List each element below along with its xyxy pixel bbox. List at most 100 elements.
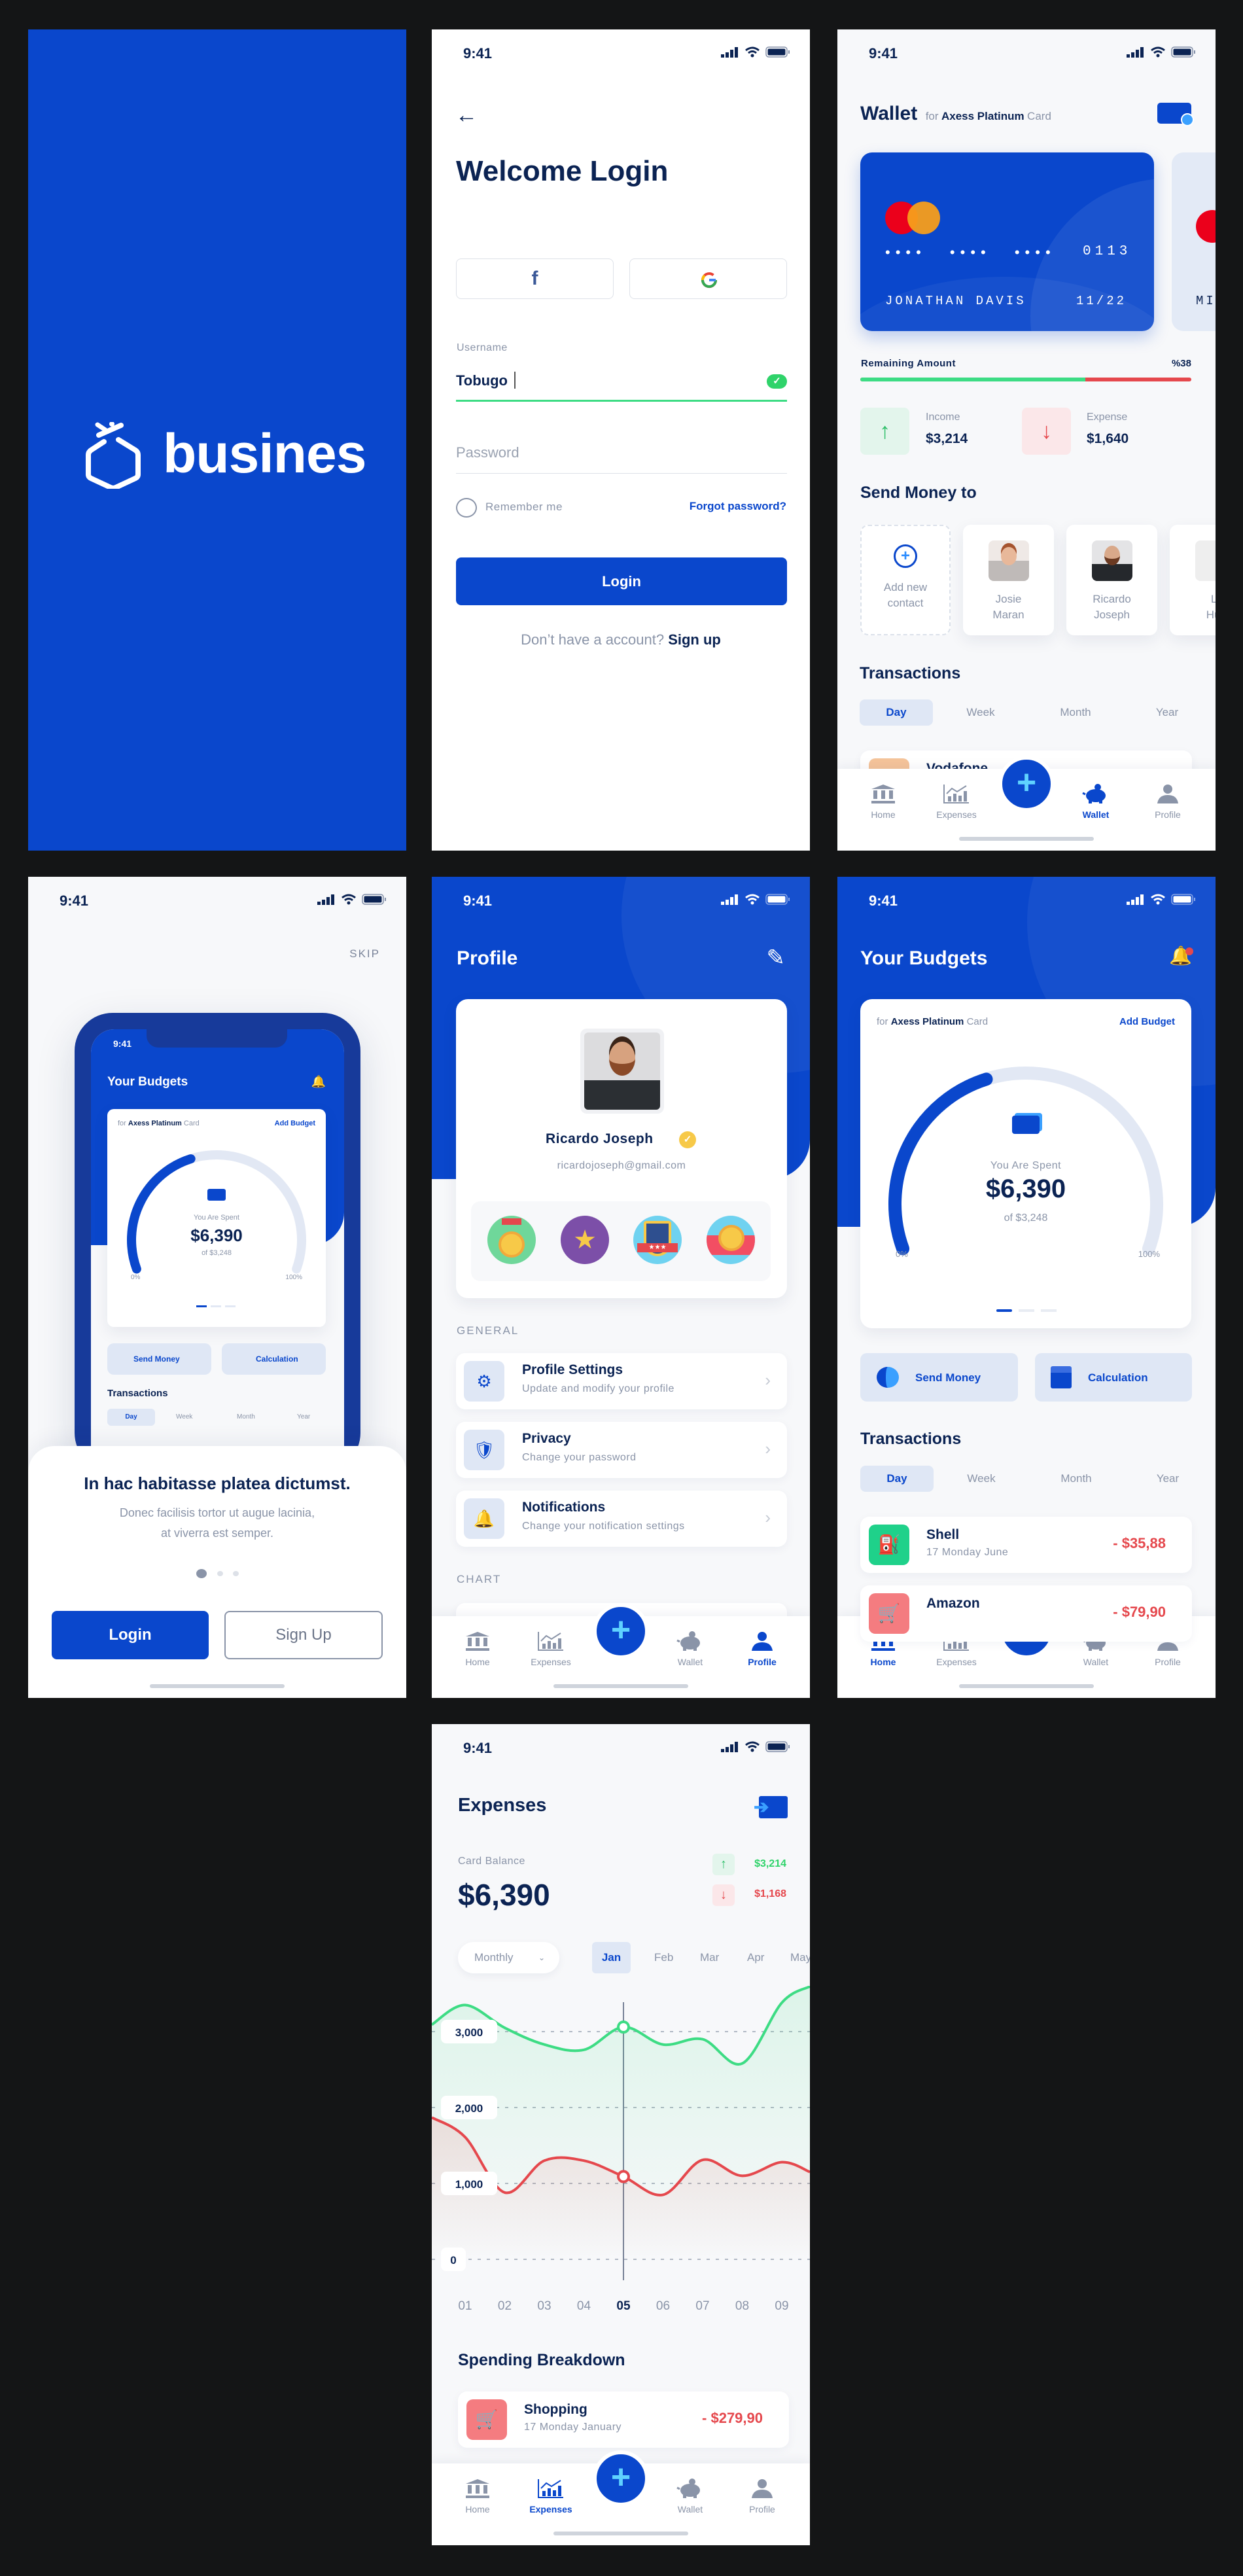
notification-bell-icon[interactable]: 🔔 <box>1169 945 1193 966</box>
signup-button[interactable]: Sign Up <box>224 1611 383 1659</box>
signal-icon <box>721 47 738 58</box>
breakdown-title: Shopping <box>524 2402 587 2417</box>
nav-item-expenses[interactable]: Expenses <box>924 783 989 820</box>
nav-label: Home <box>870 1657 896 1667</box>
x-tick-label: 09 <box>775 2299 788 2313</box>
tab-month[interactable]: Month <box>1036 699 1115 726</box>
export-arrow-icon[interactable]: ➔ <box>754 1796 788 1818</box>
nav-item-home[interactable]: Home <box>445 1631 510 1667</box>
status-icons <box>721 1741 790 1752</box>
tab-day[interactable]: Day <box>860 699 933 726</box>
home-bank-icon <box>871 785 895 803</box>
breakdown-amount: - $279,90 <box>702 2410 763 2426</box>
income-value: $3,214 <box>926 431 968 446</box>
settings-title: Notifications <box>522 1500 606 1515</box>
profile-person-icon <box>1157 785 1178 803</box>
nav-item-profile[interactable]: Profile <box>729 2478 795 2514</box>
add-fab-button[interactable]: + <box>593 1603 649 1659</box>
next-card-holder: MI <box>1196 294 1216 308</box>
nav-label: Wallet <box>677 1657 703 1667</box>
nav-item-expenses[interactable]: Expenses <box>518 1631 584 1667</box>
onboarding-screen: 9:41 SKIP 9:41 Your Budgets 🔔 for Axess … <box>28 877 406 1698</box>
shield-stars-badge-icon: ★★★ <box>633 1216 682 1264</box>
card-settings-icon[interactable] <box>1157 103 1194 126</box>
month-tab-feb[interactable]: Feb <box>654 1942 673 1973</box>
x-tick-label: 02 <box>498 2299 512 2313</box>
facebook-login-button[interactable]: f <box>456 258 614 299</box>
nav-item-wallet[interactable]: Wallet <box>1063 783 1129 820</box>
skip-button[interactable]: SKIP <box>349 947 380 961</box>
nav-item-profile[interactable]: Profile <box>729 1631 795 1667</box>
badges-panel: ★ ★★★ <box>471 1201 771 1281</box>
settings-row[interactable]: 🛡 Privacy Change your password › <box>456 1422 787 1478</box>
tab-day[interactable]: Day <box>860 1466 934 1492</box>
settings-row[interactable]: ⚙ Profile Settings Update and modify your … <box>456 1353 787 1409</box>
nav-item-home[interactable]: Home <box>850 783 916 820</box>
month-tab-may[interactable]: May <box>790 1942 810 1973</box>
facebook-icon: f <box>531 268 538 289</box>
brand-name: busines <box>163 423 366 484</box>
edit-pencil-icon[interactable]: ✎ <box>767 945 786 971</box>
breakdown-row[interactable]: 🛒 Shopping 17 Monday January - $279,90 <box>458 2391 789 2448</box>
splash-screen: busines <box>28 29 406 851</box>
nav-item-wallet[interactable]: Wallet <box>657 2478 723 2514</box>
status-time: 9:41 <box>463 1740 493 1756</box>
nav-label: Profile <box>1155 1657 1181 1667</box>
tab-year[interactable]: Year <box>1134 699 1200 726</box>
add-budget-link[interactable]: Add Budget <box>1119 1016 1175 1027</box>
nav-label: Expenses <box>936 1657 977 1667</box>
mock-title: Your Budgets <box>107 1075 188 1089</box>
battery-icon <box>1171 894 1195 905</box>
profile-avatar[interactable] <box>580 1029 664 1114</box>
nav-item-home[interactable]: Home <box>445 2478 510 2514</box>
username-value: Tobugo <box>456 372 508 389</box>
calculation-button[interactable]: Calculation <box>1035 1353 1192 1402</box>
month-tab-apr[interactable]: Apr <box>747 1942 764 1973</box>
contact-card[interactable]: Ricardo Joseph <box>1066 525 1157 635</box>
add-contact-button[interactable]: + Add new contact <box>860 525 951 635</box>
transaction-row[interactable]: 🛒 Amazon - $79,90 <box>860 1585 1192 1642</box>
transaction-row[interactable]: ⛽ Shell 17 Monday June - $35,88 <box>860 1517 1192 1573</box>
contact-avatar <box>1091 540 1132 581</box>
nav-item-profile[interactable]: Profile <box>1135 783 1200 820</box>
send-money-button[interactable]: Send Money <box>860 1353 1018 1402</box>
bell-icon: 🔔 <box>464 1498 504 1539</box>
signup-prompt: Don’t have a account? Sign up <box>432 631 810 648</box>
login-button[interactable]: Login <box>52 1611 209 1659</box>
contact-card[interactable]: Josie Maran <box>963 525 1054 635</box>
home-indicator <box>959 1684 1094 1688</box>
contact-avatar <box>1195 540 1216 581</box>
add-fab-button[interactable]: + <box>998 756 1055 812</box>
period-dropdown[interactable]: Monthly ⌄ <box>458 1942 559 1973</box>
google-login-button[interactable] <box>629 258 787 299</box>
settings-row[interactable]: 🔔 Notifications Change your notification s… <box>456 1491 787 1547</box>
username-field[interactable]: Tobugo ✓ <box>456 366 787 402</box>
mock-time: 9:41 <box>113 1038 132 1049</box>
card-balance-label: Card Balance <box>458 1856 525 1867</box>
tab-month[interactable]: Month <box>1037 1466 1115 1492</box>
tab-year[interactable]: Year <box>1135 1466 1200 1492</box>
wifi-icon <box>1151 46 1165 58</box>
contact-card[interactable]: Li Hur <box>1170 525 1216 635</box>
password-field[interactable]: Password <box>456 438 787 474</box>
page-title: Expenses <box>458 1795 547 1816</box>
back-arrow-icon[interactable]: ← <box>455 103 478 128</box>
nav-item-expenses[interactable]: Expenses <box>518 2478 584 2514</box>
signup-link[interactable]: Sign up <box>668 631 721 648</box>
login-screen: 9:41 ← Welcome Login f Username Tobugo ✓… <box>432 29 810 851</box>
next-credit-card[interactable]: MI <box>1172 152 1216 331</box>
add-fab-button[interactable]: + <box>593 2450 649 2507</box>
transaction-amount: - $35,88 <box>1113 1535 1166 1551</box>
remember-me-checkbox[interactable] <box>456 498 477 518</box>
nav-item-wallet[interactable]: Wallet <box>657 1631 723 1667</box>
month-tab-mar[interactable]: Mar <box>700 1942 719 1973</box>
login-button[interactable]: Login <box>456 557 787 605</box>
card-last4: 0113 <box>1083 244 1132 259</box>
tab-week[interactable]: Week <box>945 1466 1017 1492</box>
forgot-password-link[interactable]: Forgot password? <box>690 500 786 513</box>
mock-card-icon <box>207 1189 226 1201</box>
budgets-screen: 9:41 Your Budgets 🔔 for Axess Platinum C… <box>837 877 1216 1698</box>
month-tab-jan[interactable]: Jan <box>592 1942 631 1973</box>
tab-week[interactable]: Week <box>945 699 1017 726</box>
credit-card[interactable]: •••• •••• •••• 0113 JONATHAN DAVIS 11/22 <box>860 152 1154 331</box>
